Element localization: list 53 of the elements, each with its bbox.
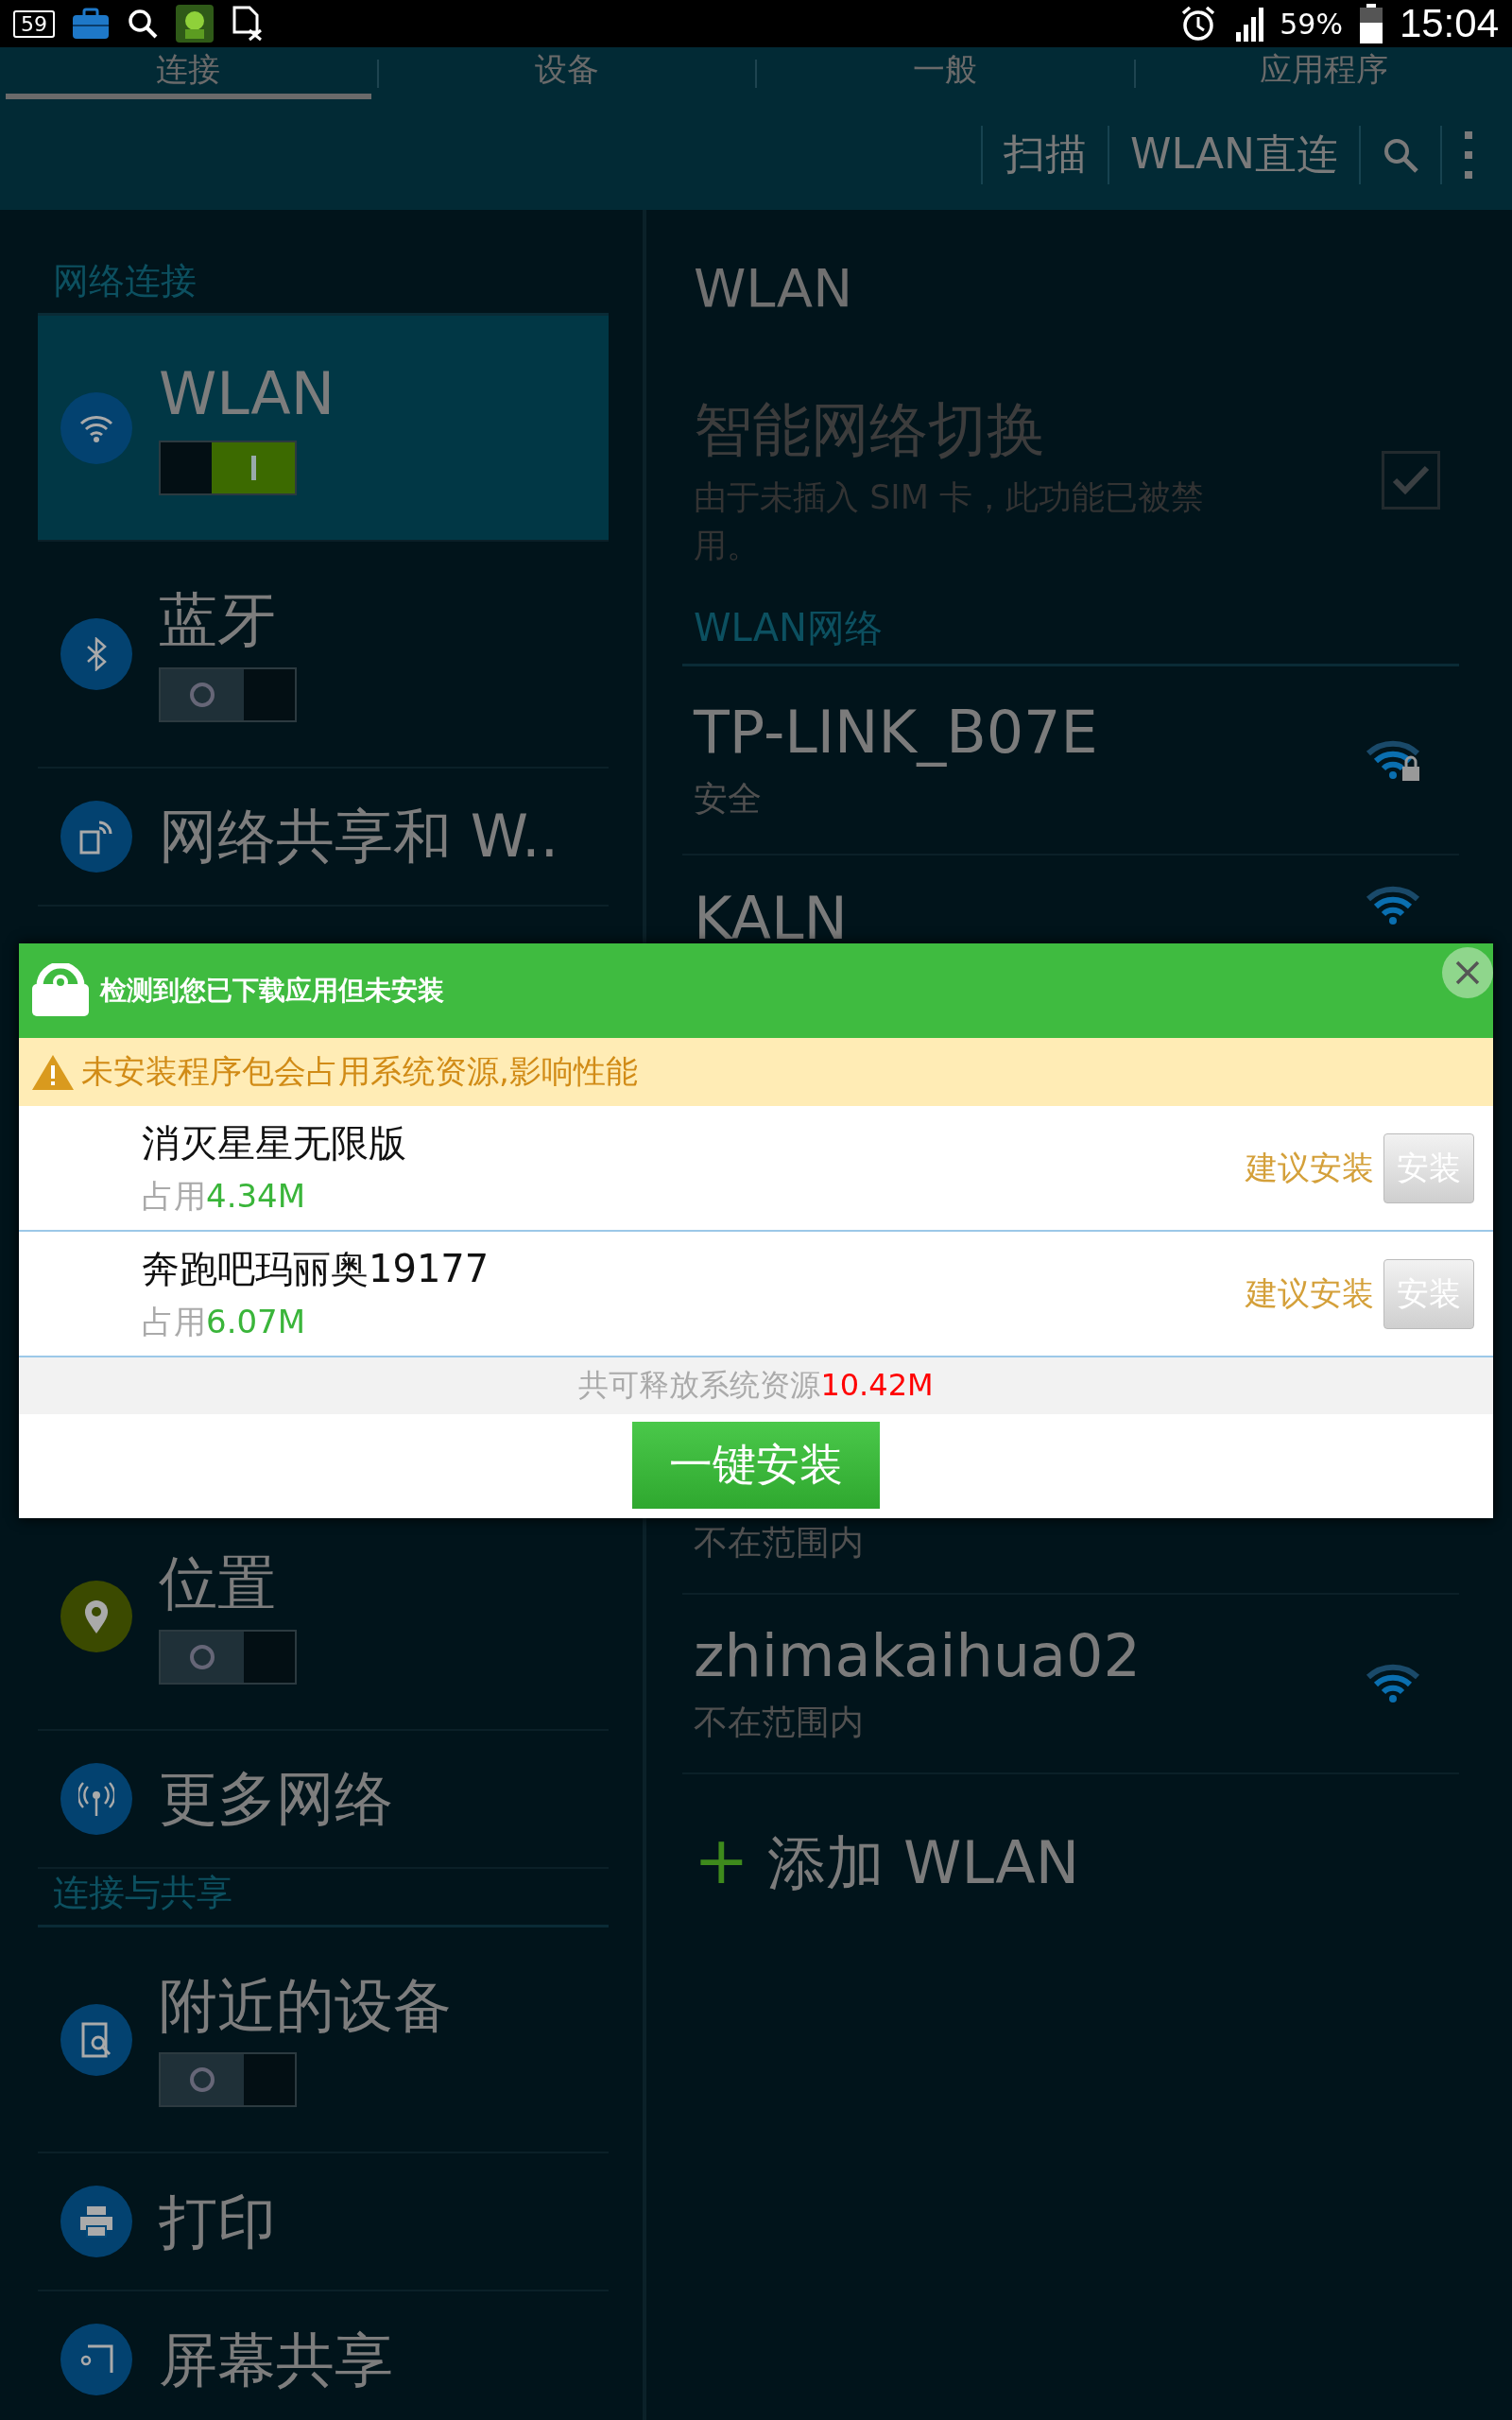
sidebar-item[interactable]: 附近的设备 <box>38 1927 609 2154</box>
section-header: 连接与共享 <box>38 1868 609 1927</box>
network-item[interactable]: zhimakaihua02 不在范围内 <box>682 1594 1459 1774</box>
warning-text: 未安装程序包会占用系统资源,影响性能 <box>81 1051 638 1092</box>
search-icon <box>127 8 159 40</box>
warning-icon <box>30 1053 76 1091</box>
toggle-switch[interactable] <box>159 441 297 496</box>
sidebar-item[interactable]: 打印 <box>38 2153 609 2292</box>
tab[interactable]: 应用程序 <box>1141 47 1506 99</box>
tab[interactable]: 设备 <box>384 47 749 99</box>
install-all-button[interactable]: 一键安装 <box>632 1422 880 1509</box>
location-pin-icon <box>83 1599 110 1635</box>
total-summary: 共可释放系统资源10.42M <box>19 1357 1493 1414</box>
toggle-switch[interactable] <box>159 666 297 722</box>
battery-percent: 59% <box>1280 7 1343 41</box>
sidebar-item[interactable]: 蓝牙 <box>38 542 609 769</box>
advice-label: 建议安装 <box>1246 1272 1374 1314</box>
app-name: 消灭星星无限版 <box>142 1120 407 1167</box>
sidebar-item[interactable]: 网络共享和 W.. <box>38 768 609 907</box>
dialog-title: 检测到您已下载应用但未安装 <box>100 974 444 1008</box>
app-name: 奔跑吧玛丽奥19177 <box>142 1246 490 1292</box>
close-icon <box>1453 959 1482 987</box>
section-header: WLAN网络 <box>682 569 1459 666</box>
check-icon <box>1392 464 1430 495</box>
advice-label: 建议安装 <box>1246 1147 1374 1188</box>
action-button[interactable]: WLAN直连 <box>1129 127 1338 182</box>
battery-icon <box>1359 4 1383 43</box>
sim-missing-icon <box>231 6 265 42</box>
app-size: 占用6.07M <box>142 1302 307 1342</box>
app-icon <box>176 5 214 43</box>
bag-icon <box>30 963 91 1018</box>
close-button[interactable] <box>1442 947 1493 998</box>
panel-title: WLAN <box>693 257 854 320</box>
bluetooth-icon <box>86 636 107 671</box>
clock: 15:04 <box>1399 1 1499 46</box>
add-network-button[interactable]: + 添加 WLAN <box>682 1773 1080 1941</box>
printer-icon <box>78 2205 114 2238</box>
menu-icon[interactable] <box>1463 130 1474 179</box>
action-button[interactable]: 扫描 <box>1003 127 1087 182</box>
app-size: 占用4.34M <box>142 1176 307 1217</box>
toggle-switch[interactable] <box>159 1629 297 1685</box>
nearby-device-icon <box>80 2021 112 2058</box>
antenna-icon <box>78 1780 114 1817</box>
sidebar-item[interactable]: 屏幕共享 <box>38 2291 609 2420</box>
sidebar-item[interactable]: WLAN <box>38 316 609 543</box>
setting-title: 智能网络切换 <box>694 394 1046 466</box>
network-item[interactable]: TP-LINK_B07E 安全 <box>682 666 1459 856</box>
toggle-switch[interactable] <box>159 2052 297 2108</box>
sidebar-item[interactable]: 更多网络 <box>38 1730 609 1869</box>
tab[interactable]: 一般 <box>763 47 1128 99</box>
notification-badge: 59 <box>13 9 55 38</box>
wifi-icon <box>79 413 113 442</box>
toolbox-icon <box>72 8 110 40</box>
